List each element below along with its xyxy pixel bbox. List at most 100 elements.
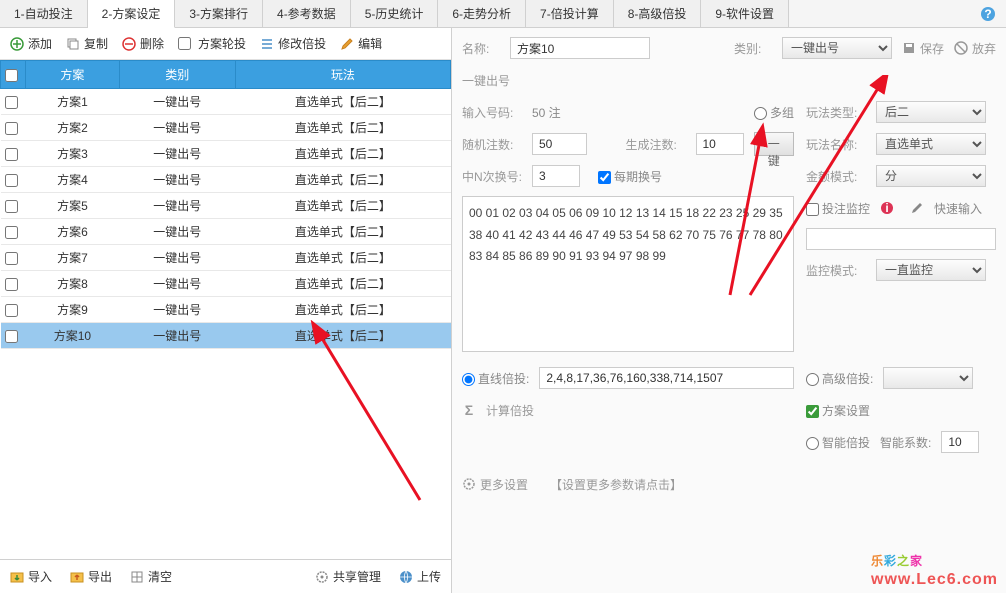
table-row[interactable]: 方案6一键出号直选单式【后二】 [1,219,451,245]
more-hint: 【设置更多参数请点击】 [550,476,682,493]
smartbet-radio[interactable]: 智能倍投 [806,434,870,451]
table-row[interactable]: 方案2一键出号直选单式【后二】 [1,115,451,141]
grid-icon [130,570,144,584]
tab-5[interactable]: 6-走势分析 [438,0,526,27]
cell-plan: 方案6 [26,219,120,245]
cell-play: 直选单式【后二】 [235,245,450,271]
amount-select[interactable]: 分 [876,165,986,187]
row-checkbox[interactable] [5,226,18,239]
discard-button[interactable]: 放弃 [954,40,996,57]
table-row[interactable]: 方案9一键出号直选单式【后二】 [1,297,451,323]
cell-play: 直选单式【后二】 [235,297,450,323]
row-checkbox[interactable] [5,330,18,343]
cell-cat: 一键出号 [119,115,235,141]
advbet-radio[interactable]: 高级倍投: [806,370,873,387]
linebet-input[interactable] [539,367,794,389]
quickin-label[interactable]: 快速输入 [934,200,982,217]
save-button[interactable]: 保存 [902,40,944,57]
help-icon[interactable]: ? [970,0,1006,27]
main-tabs: 1-自动投注2-方案设定3-方案排行4-参考数据5-历史统计6-走势分析7-倍投… [0,0,1006,28]
cell-plan: 方案8 [26,271,120,297]
globe-icon [399,570,413,584]
header-checkbox-cell[interactable] [1,61,26,89]
linebet-radio[interactable]: 直线倍投: [462,370,529,387]
playtype-select[interactable]: 后二 [876,101,986,123]
row-checkbox[interactable] [5,174,18,187]
cell-play: 直选单式【后二】 [235,271,450,297]
table-row[interactable]: 方案10一键出号直选单式【后二】 [1,323,451,349]
cell-cat: 一键出号 [119,219,235,245]
gencount-input[interactable] [696,133,744,155]
upload-button[interactable]: 上传 [399,568,441,585]
cell-cat: 一键出号 [119,167,235,193]
cell-play: 直选单式【后二】 [235,219,450,245]
tab-0[interactable]: 1-自动投注 [0,0,88,27]
add-button[interactable]: 添加 [10,35,52,52]
tab-7[interactable]: 8-高级倍投 [614,0,702,27]
advbet-select[interactable] [883,367,973,389]
table-row[interactable]: 方案8一键出号直选单式【后二】 [1,271,451,297]
inputnum-value: 50 注 [532,104,561,121]
export-button[interactable]: 导出 [70,568,112,585]
onekey-button[interactable]: 一键 [754,132,795,156]
tab-2[interactable]: 3-方案排行 [175,0,263,27]
tab-6[interactable]: 7-倍投计算 [526,0,614,27]
delete-button[interactable]: 删除 [122,35,164,52]
cell-cat: 一键出号 [119,297,235,323]
monitor-checkbox[interactable]: 投注监控 [806,200,870,217]
select-all-checkbox[interactable] [5,69,18,82]
quick-input[interactable] [806,228,996,250]
rand-label: 随机注数: [462,136,522,153]
rand-input[interactable] [532,133,587,155]
playname-label: 玩法名称: [806,136,866,153]
list-icon [260,37,274,51]
planset-checkbox[interactable]: 方案设置 [806,402,870,419]
tab-8[interactable]: 9-软件设置 [701,0,789,27]
tab-4[interactable]: 5-历史统计 [351,0,439,27]
bottom-toolbar: 导入 导出 清空 共享管理 上传 [0,559,451,593]
row-checkbox[interactable] [5,96,18,109]
table-row[interactable]: 方案3一键出号直选单式【后二】 [1,141,451,167]
each-checkbox[interactable]: 每期换号 [598,168,662,185]
more-button[interactable]: 更多设置 [462,476,528,493]
rotate-button[interactable]: 方案轮投 [178,35,246,52]
playname-select[interactable]: 直选单式 [876,133,986,155]
edit-button[interactable]: 编辑 [340,35,382,52]
gear-icon [315,570,329,584]
row-checkbox[interactable] [5,122,18,135]
tab-3[interactable]: 4-参考数据 [263,0,351,27]
table-row[interactable]: 方案4一键出号直选单式【后二】 [1,167,451,193]
row-checkbox[interactable] [5,200,18,213]
import-button[interactable]: 导入 [10,568,52,585]
calcbet-button[interactable]: Σ 计算倍投 [462,398,794,422]
row-checkbox[interactable] [5,148,18,161]
numbers-box[interactable]: 00 01 02 03 04 05 06 09 10 12 13 14 15 1… [462,196,794,352]
monmode-select[interactable]: 一直监控 [876,259,986,281]
multi-radio[interactable]: 多组 [754,104,794,121]
share-button[interactable]: 共享管理 [315,568,381,585]
row-checkbox[interactable] [5,304,18,317]
cat-select[interactable]: 一键出号 [782,37,892,59]
info-icon[interactable]: i [880,201,894,215]
row-checkbox[interactable] [5,252,18,265]
interval-label: 中N次换号: [462,168,522,185]
name-label: 名称: [462,40,500,57]
table-row[interactable]: 方案7一键出号直选单式【后二】 [1,245,451,271]
row-checkbox[interactable] [5,278,18,291]
monmode-label: 监控模式: [806,262,866,279]
tab-1[interactable]: 2-方案设定 [88,0,176,28]
table-row[interactable]: 方案5一键出号直选单式【后二】 [1,193,451,219]
pencil-icon[interactable] [910,201,924,215]
clear-button[interactable]: 清空 [130,568,172,585]
col-category: 类别 [119,61,235,89]
rotate-checkbox[interactable] [178,37,191,50]
cell-cat: 一键出号 [119,193,235,219]
interval-input[interactable] [532,165,580,187]
smartfactor-input[interactable] [941,431,979,453]
modify-button[interactable]: 修改倍投 [260,35,326,52]
pencil-icon [340,37,354,51]
name-input[interactable] [510,37,650,59]
copy-button[interactable]: 复制 [66,35,108,52]
cell-plan: 方案1 [26,89,120,115]
table-row[interactable]: 方案1一键出号直选单式【后二】 [1,89,451,115]
